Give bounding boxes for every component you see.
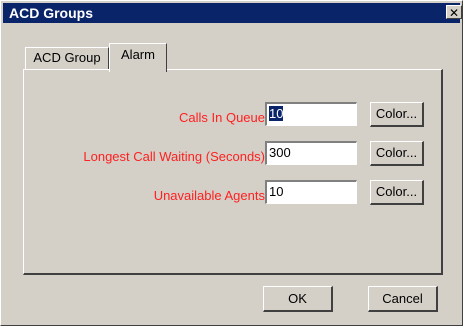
longest-call-waiting-input[interactable]: 300: [265, 141, 357, 165]
title-bar[interactable]: ACD Groups ✕: [3, 3, 462, 23]
longest-call-waiting-value: 300: [269, 145, 291, 160]
longest-call-waiting-color-button[interactable]: Color...: [370, 141, 424, 166]
calls-in-queue-value: 10: [269, 106, 284, 121]
tab-alarm[interactable]: Alarm: [109, 43, 167, 72]
alarm-panel: Calls In Queue 10 Color... Longest Call …: [23, 69, 443, 275]
cancel-button[interactable]: Cancel: [368, 286, 438, 312]
close-icon: ✕: [448, 6, 460, 20]
longest-call-waiting-label: Longest Call Waiting (Seconds): [83, 149, 265, 164]
calls-in-queue-color-button[interactable]: Color...: [370, 102, 424, 127]
tab-acd-group[interactable]: ACD Group: [25, 47, 109, 69]
calls-in-queue-input[interactable]: 10: [265, 102, 357, 126]
unavailable-agents-value: 10: [269, 184, 284, 199]
acd-groups-dialog: ACD Groups ✕ ACD Group Alarm Calls In Qu…: [0, 0, 463, 326]
calls-in-queue-label: Calls In Queue: [179, 110, 265, 125]
window-title: ACD Groups: [9, 5, 93, 21]
unavailable-agents-input[interactable]: 10: [265, 180, 357, 204]
ok-button[interactable]: OK: [263, 286, 333, 312]
unavailable-agents-label: Unavailable Agents: [153, 188, 265, 203]
unavailable-agents-color-button[interactable]: Color...: [370, 180, 424, 205]
close-button[interactable]: ✕: [446, 5, 462, 20]
